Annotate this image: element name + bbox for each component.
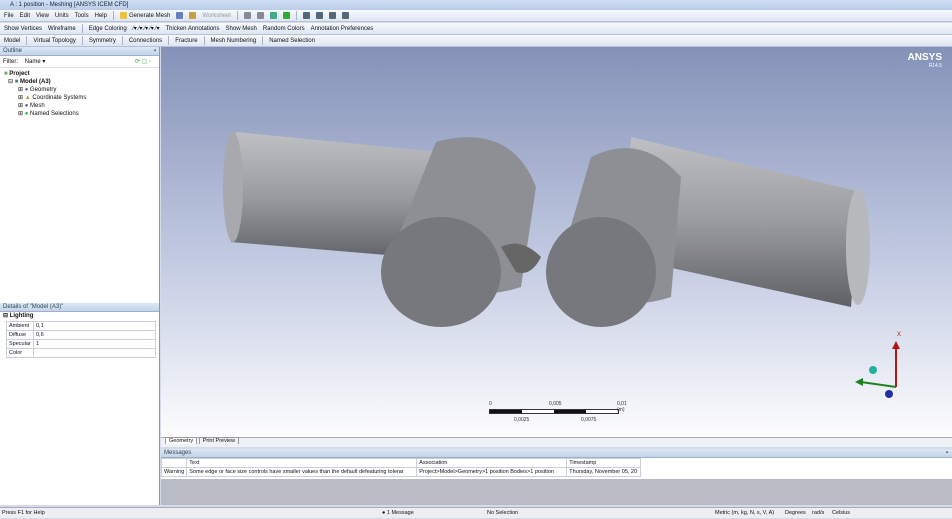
axis-x-label: X bbox=[897, 332, 902, 338]
left-panel: Outline ▪ Filter: Name ▾ ⟳ ▢ ▫ ■ Project … bbox=[0, 47, 160, 505]
empty-area bbox=[161, 479, 952, 505]
scale-bar: 0 0,005 0,01 (m) 0,0025 0,0075 bbox=[489, 401, 627, 423]
show-vertices-button[interactable]: Show Vertices bbox=[4, 26, 42, 32]
details-row[interactable]: Ambient 0,1 bbox=[6, 321, 156, 331]
lightning-icon bbox=[119, 12, 127, 19]
view-tabs: Geometry Print Preview bbox=[161, 437, 952, 447]
messages-header: Messages ▪ bbox=[161, 449, 952, 458]
details-panel: Details of "Model (A3)" ⊟ Lighting Ambie… bbox=[0, 303, 159, 358]
messages-panel: Messages ▪ Text Association Timestamp Warni… bbox=[160, 449, 952, 479]
details-group-lighting[interactable]: ⊟ Lighting bbox=[0, 312, 159, 321]
generate-mesh-button[interactable]: Generate Mesh bbox=[119, 12, 170, 19]
menu-edit[interactable]: Edit bbox=[20, 13, 30, 19]
folder-icon[interactable] bbox=[189, 12, 197, 19]
annotation-preferences-button[interactable]: Annotation Preferences bbox=[311, 26, 374, 32]
worksheet-button[interactable]: Worksheet bbox=[202, 13, 231, 19]
right-gear-face bbox=[546, 217, 656, 327]
pan-icon[interactable] bbox=[315, 12, 323, 19]
vertex-icon[interactable] bbox=[256, 12, 264, 19]
details-header: Details of "Model (A3)" bbox=[0, 303, 159, 312]
tab-geometry[interactable]: Geometry bbox=[165, 437, 198, 444]
refresh-icon[interactable]: ⟳ ▢ ▫ bbox=[135, 56, 151, 68]
model-geometry bbox=[223, 132, 870, 327]
details-row[interactable]: Diffuse 0,6 bbox=[6, 330, 156, 340]
tree-named-selections[interactable]: ⊞ ● Named Selections bbox=[4, 110, 155, 118]
graphics-toolbar: Show Vertices Wireframe Edge Coloring ⁄▾… bbox=[0, 23, 952, 35]
axis-triad[interactable] bbox=[841, 327, 911, 402]
thicken-annotations-button[interactable]: Thicken Annotations bbox=[165, 26, 219, 32]
rotate-icon[interactable] bbox=[302, 12, 310, 19]
connections-button[interactable]: Connections bbox=[129, 38, 162, 44]
title-bar: A : 1 position - Meshing [ANSYS ICEM CFD… bbox=[0, 0, 952, 10]
wireframe-button[interactable]: Wireframe bbox=[48, 26, 76, 32]
preview-icon[interactable] bbox=[176, 12, 184, 19]
filter-select[interactable]: Name ▾ bbox=[25, 59, 46, 65]
messages-table: Text Association Timestamp Warning Some edg… bbox=[160, 458, 641, 477]
messages-status[interactable]: ● 1 Message bbox=[382, 508, 414, 519]
tree-project[interactable]: ■ Project bbox=[4, 70, 155, 78]
tree-mesh[interactable]: ⊞ ● Mesh bbox=[4, 102, 155, 110]
left-gear-face bbox=[381, 217, 501, 327]
edge-coloring-button[interactable]: Edge Coloring bbox=[89, 26, 127, 32]
message-row[interactable]: Warning Some edge or face size controls h… bbox=[160, 467, 641, 477]
mesh-numbering-button[interactable]: Mesh Numbering bbox=[211, 38, 257, 44]
show-mesh-button[interactable]: Show Mesh bbox=[226, 26, 257, 32]
details-table: Ambient 0,1 Diffuse 0,6 Specular 1 Color bbox=[6, 321, 156, 358]
model-label: Model bbox=[4, 37, 21, 44]
menu-units[interactable]: Units bbox=[55, 13, 69, 19]
random-colors-button[interactable]: Random Colors bbox=[263, 26, 305, 32]
virtual-topology-button[interactable]: Virtual Topology bbox=[33, 38, 75, 44]
select-icon[interactable] bbox=[243, 12, 251, 19]
pin-icon[interactable]: ▪ bbox=[946, 449, 952, 458]
menu-file[interactable]: File bbox=[4, 13, 14, 19]
pin-icon[interactable]: ▪ bbox=[154, 47, 159, 56]
menu-tools[interactable]: Tools bbox=[75, 13, 89, 19]
status-bar: Press F1 for Help ● 1 Message No Selecti… bbox=[0, 507, 952, 518]
details-row[interactable]: Specular 1 bbox=[6, 339, 156, 349]
tree-coordinate-systems[interactable]: ⊞ ▲ Coordinate Systems bbox=[4, 94, 155, 102]
edge-tools[interactable]: ⁄▾ ⁄▾ ⁄▾ ⁄▾ ⁄▾ bbox=[133, 25, 160, 32]
menu-toolbar: File Edit View Units Tools Help Generate… bbox=[0, 10, 952, 22]
graphics-viewport[interactable]: ANSYS R14.5 0 0,005 0,01 (m) 0,0025 0,0075 X bbox=[161, 47, 952, 437]
filter-row: Filter: Name ▾ ⟳ ▢ ▫ bbox=[0, 56, 159, 68]
window-title: A : 1 position - Meshing [ANSYS ICEM CFD… bbox=[10, 2, 129, 8]
named-selection-button[interactable]: Named Selection bbox=[269, 38, 315, 44]
outline-tree: ■ Project ⊟ ■ Model (A3) ⊞ ● Geometry ⊞ … bbox=[0, 68, 159, 120]
zoom-icon[interactable] bbox=[328, 12, 336, 19]
details-row[interactable]: Color bbox=[6, 348, 156, 358]
context-toolbar: Model Virtual Topology Symmetry Connecti… bbox=[0, 35, 952, 47]
zoom-fit-icon[interactable] bbox=[341, 12, 349, 19]
tab-print-preview[interactable]: Print Preview bbox=[198, 437, 240, 444]
symmetry-button[interactable]: Symmetry bbox=[89, 38, 116, 44]
outline-header: Outline ▪ bbox=[0, 47, 159, 56]
green-box-icon[interactable] bbox=[282, 12, 290, 19]
menu-view[interactable]: View bbox=[36, 13, 49, 19]
tree-geometry[interactable]: ⊞ ● Geometry bbox=[4, 86, 155, 94]
fracture-button[interactable]: Fracture bbox=[175, 38, 197, 44]
body-icon[interactable] bbox=[269, 12, 277, 19]
tree-model[interactable]: ⊟ ■ Model (A3) bbox=[4, 78, 155, 86]
menu-help[interactable]: Help bbox=[95, 13, 107, 19]
